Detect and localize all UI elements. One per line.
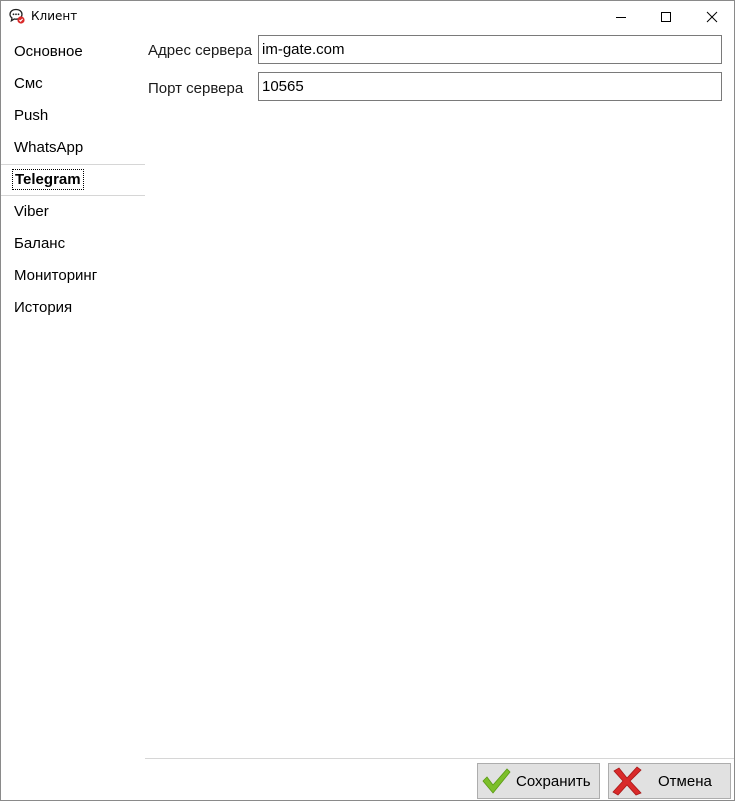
nav-item-label: История xyxy=(14,299,73,316)
nav-item-label: Viber xyxy=(14,203,49,220)
server-port-input[interactable] xyxy=(258,72,722,101)
nav-item-label: Telegram xyxy=(12,169,84,190)
close-button[interactable] xyxy=(689,1,735,32)
nav-item-label: Push xyxy=(14,107,49,124)
nav-item-push[interactable]: Push xyxy=(1,100,145,132)
client-window: Клиент Основное Смс Push WhatsApp Telegr… xyxy=(0,0,735,801)
checkmark-icon xyxy=(480,766,512,796)
nav-item-whatsapp[interactable]: WhatsApp xyxy=(1,132,145,164)
nav-item-label: Смс xyxy=(14,75,43,92)
nav-item-balance[interactable]: Баланс xyxy=(1,228,145,260)
minimize-button[interactable] xyxy=(598,1,644,32)
nav-item-label: WhatsApp xyxy=(14,139,84,156)
save-button[interactable]: Сохранить xyxy=(477,763,600,799)
chat-bubble-icon xyxy=(9,8,25,24)
maximize-icon xyxy=(661,11,671,22)
nav-item-label: Основное xyxy=(14,43,83,60)
nav-item-viber[interactable]: Viber xyxy=(1,196,145,228)
nav-item-label: Баланс xyxy=(14,235,66,252)
maximize-button[interactable] xyxy=(643,1,689,32)
settings-nav: Основное Смс Push WhatsApp Telegram Vibe… xyxy=(1,36,145,324)
server-port-label: Порт сервера xyxy=(148,80,244,97)
nav-item-history[interactable]: История xyxy=(1,292,145,324)
cancel-button-label: Отмена xyxy=(658,773,712,790)
cancel-button[interactable]: Отмена xyxy=(608,763,731,799)
telegram-settings-panel: Адрес сервера Порт сервера xyxy=(145,32,734,759)
nav-item-telegram[interactable]: Telegram xyxy=(1,164,145,196)
close-icon xyxy=(706,11,718,22)
window-title: Клиент xyxy=(31,9,78,23)
nav-item-monitoring[interactable]: Мониторинг xyxy=(1,260,145,292)
save-button-label: Сохранить xyxy=(516,773,591,790)
nav-item-label: Мониторинг xyxy=(14,267,98,284)
nav-item-sms[interactable]: Смс xyxy=(1,68,145,100)
server-address-label: Адрес сервера xyxy=(148,42,253,59)
nav-item-main[interactable]: Основное xyxy=(1,36,145,68)
title-bar[interactable]: Клиент xyxy=(1,1,734,32)
cross-icon xyxy=(611,766,643,796)
server-address-input[interactable] xyxy=(258,35,722,64)
minimize-icon xyxy=(616,16,626,18)
